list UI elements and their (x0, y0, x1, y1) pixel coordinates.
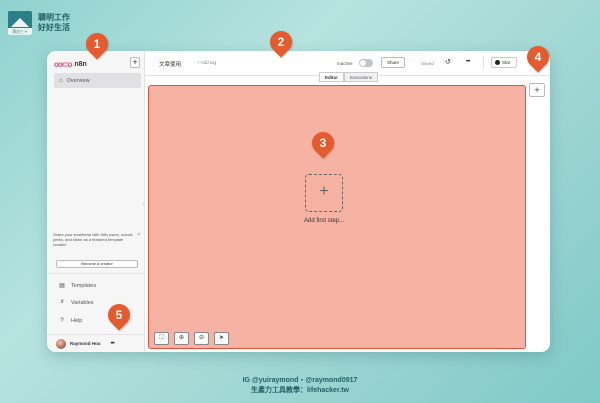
variables-icon: 𝑥 (60, 299, 64, 305)
github-icon (495, 60, 500, 65)
sidebar-item-label: Templates (71, 282, 97, 289)
sidebar-item-variables[interactable]: 𝑥 Variables (58, 298, 94, 307)
brand-slogan: 聰明工作 好好生活 (38, 13, 70, 33)
tab-editor[interactable]: Editor (319, 72, 344, 82)
history-icon[interactable]: ↺ (445, 58, 451, 66)
sidebar-item-overview[interactable]: ⌂ Overview (54, 73, 141, 88)
brand-slogan-line1: 聰明工作 (38, 13, 70, 22)
sidebar-item-help[interactable]: ? Help (58, 316, 82, 325)
add-tag-link[interactable]: + Add tag (197, 60, 216, 65)
user-menu-button[interactable]: ••• (111, 341, 115, 347)
footer-line1: IG @yuiraymond・@raymond0917 (242, 377, 358, 384)
become-creator-button[interactable]: Become a creator (56, 260, 138, 268)
canvas-toolbar: ⛶ ⊕ ⊖ ➤ (154, 332, 229, 345)
workflow-name[interactable]: 文章使用 (159, 60, 181, 68)
sidebar-item-label: Help (71, 317, 83, 324)
share-button[interactable]: Share (381, 57, 405, 68)
workflow-canvas: + Add first step... ⛶ ⊕ ⊖ ➤ + (145, 76, 550, 352)
templates-icon: ▤ (59, 283, 65, 289)
annotation-marker-3: 3 (307, 127, 339, 159)
github-star-button[interactable]: Star (491, 57, 517, 68)
view-tabs: Editor Executions (319, 72, 379, 82)
cursor-icon[interactable]: ➤ (214, 332, 229, 345)
user-profile[interactable]: Raymond Hou ••• (47, 334, 145, 352)
close-icon[interactable]: × (137, 232, 140, 238)
avatar (56, 338, 66, 349)
canvas-highlight-area[interactable]: + Add first step... ⛶ ⊕ ⊖ ➤ (148, 85, 526, 349)
add-first-step-button[interactable]: + (305, 174, 343, 212)
active-status-label: Inactive (337, 61, 353, 66)
divider (47, 273, 145, 274)
annotation-marker-1: 1 (81, 28, 113, 60)
add-workflow-button[interactable]: + (130, 57, 140, 68)
help-icon: ? (60, 317, 64, 324)
credits-footer: IG @yuiraymond・@raymond0917 生產力工具教學：life… (0, 376, 600, 396)
promo-text: Share your workflows with N8n users, unl… (53, 232, 133, 247)
footer-line2: 生產力工具教學：lifehacker.tw (250, 387, 350, 394)
sidebar-item-label: Overview (66, 77, 90, 84)
creator-promo: Share your workflows with N8n users, unl… (53, 232, 141, 274)
add-first-step-label: Add first step... (303, 218, 345, 224)
divider (483, 56, 484, 70)
fit-view-icon[interactable]: ⛶ (154, 332, 169, 345)
open-nodes-panel-button[interactable]: + (529, 83, 545, 97)
annotation-marker-5: 5 (103, 299, 135, 331)
sidebar: oo⊂o n8n + ⌂ Overview Share your workflo… (47, 51, 145, 352)
more-options-button[interactable]: ••• (466, 59, 470, 65)
brand-logo: 漂泊三十 (8, 11, 32, 35)
n8n-logo-icon: oo⊂o (54, 59, 72, 69)
sidebar-item-label: Variables (71, 299, 94, 306)
annotation-marker-2: 2 (265, 26, 297, 58)
tab-executions[interactable]: Executions (344, 72, 379, 82)
saved-status: Saved (421, 61, 434, 66)
star-label: Star (502, 60, 511, 65)
home-icon: ⌂ (59, 77, 63, 84)
sidebar-item-templates[interactable]: ▤ Templates (58, 281, 96, 290)
annotation-marker-4: 4 (522, 41, 554, 73)
user-name: Raymond Hou (70, 341, 101, 346)
brand-header: 漂泊三十 聰明工作 好好生活 (8, 11, 70, 35)
app-logo-text: n8n (74, 60, 87, 68)
zoom-out-icon[interactable]: ⊖ (194, 332, 209, 345)
brand-slogan-line2: 好好生活 (38, 23, 70, 32)
active-toggle[interactable] (359, 59, 373, 67)
zoom-in-icon[interactable]: ⊕ (174, 332, 189, 345)
